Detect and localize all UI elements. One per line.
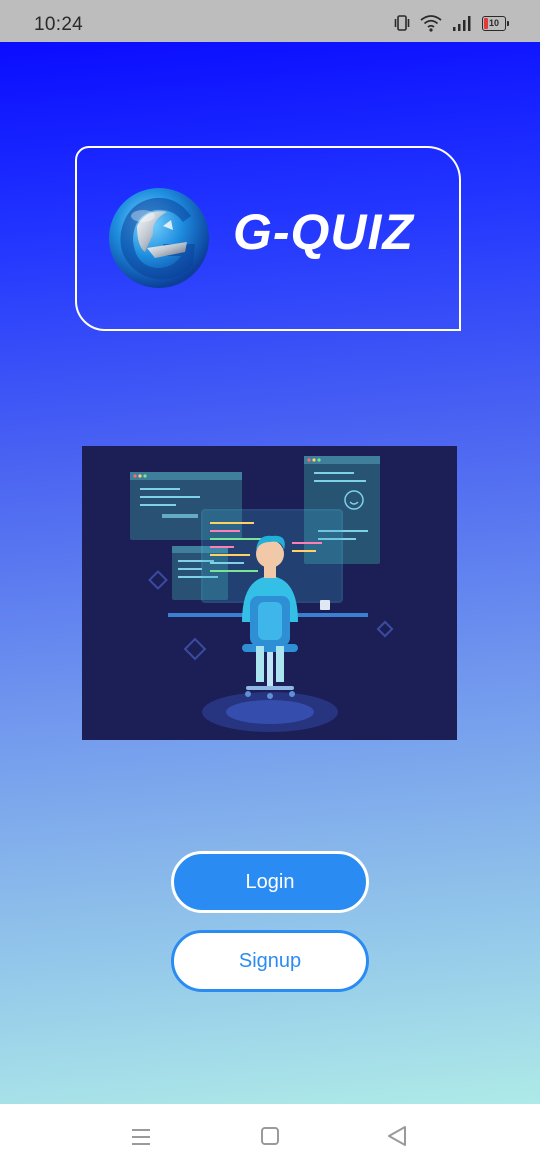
signup-button[interactable]: Signup <box>171 930 369 992</box>
status-bar: 10:24 10 <box>0 0 540 42</box>
app-screen: 10:24 10 G-QUIZ Login Signup <box>0 0 540 1170</box>
status-time: 10:24 <box>34 14 84 35</box>
vibrate-icon <box>394 15 410 31</box>
login-button[interactable]: Login <box>171 851 369 913</box>
home-square-icon[interactable] <box>255 1124 285 1150</box>
app-title: G-QUIZ <box>233 204 414 260</box>
main-content: G-QUIZ Login Signup <box>0 42 540 1104</box>
developer-illustration <box>82 446 457 740</box>
battery-icon: 10 <box>482 15 509 31</box>
status-icons: 10 <box>394 12 509 34</box>
wifi-icon <box>420 15 442 32</box>
g-globe-logo-icon <box>109 188 209 288</box>
back-triangle-icon[interactable] <box>383 1124 413 1150</box>
system-nav-bar <box>0 1104 540 1170</box>
logo-card: G-QUIZ <box>75 146 461 331</box>
battery-level: 10 <box>488 17 499 28</box>
developer-at-computer-illustration <box>130 456 394 732</box>
menu-icon[interactable] <box>126 1124 156 1150</box>
signal-icon <box>453 16 471 31</box>
